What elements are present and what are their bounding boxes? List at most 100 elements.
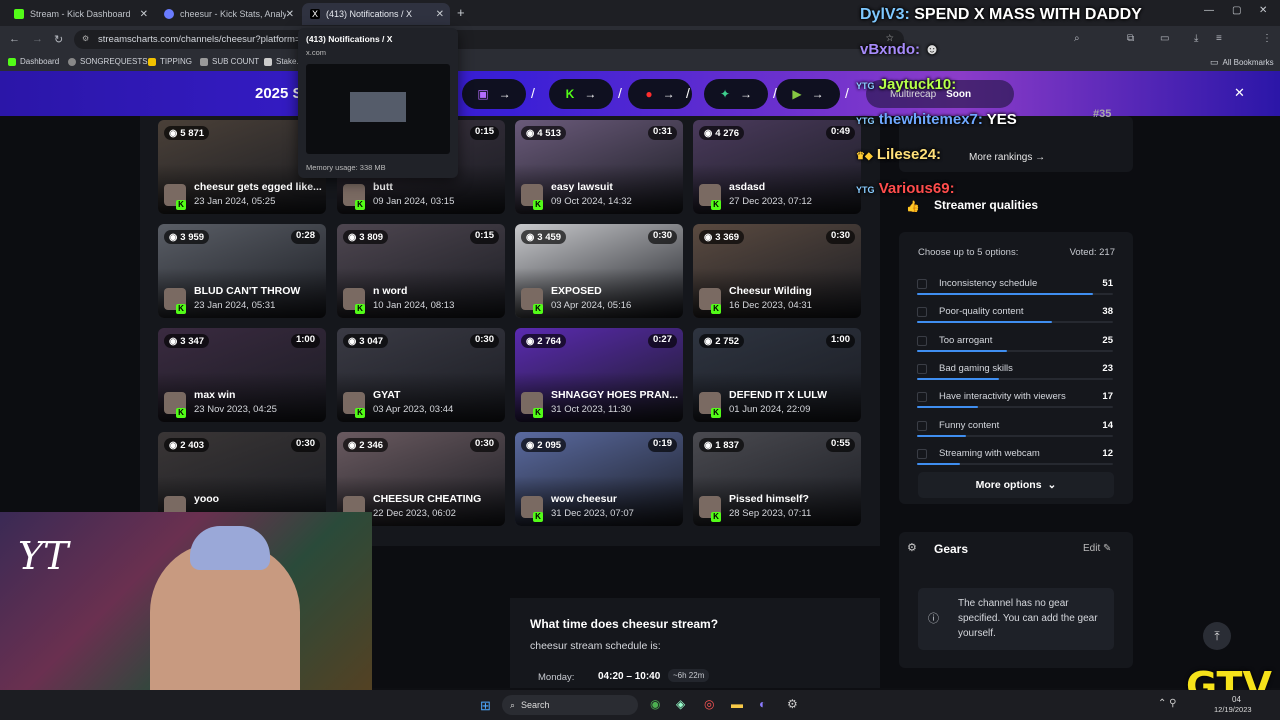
- checkbox[interactable]: [917, 279, 927, 289]
- scroll-to-top-button[interactable]: ⤒: [1203, 622, 1231, 650]
- site-info-icon[interactable]: ⚙: [82, 34, 89, 43]
- promo-banner: 2025 S ▣ → / K → / ● → / ✦ → / ▶ → / Multirec…: [0, 71, 1280, 116]
- badge-icon: YTG: [856, 116, 875, 126]
- tab-streamscharts[interactable]: cheesur - Kick Stats, Analytics a ✕: [156, 3, 300, 25]
- clip-card[interactable]: ◉ 3 809 0:15 Kn word 10 Jan 2024, 08:13: [337, 224, 505, 318]
- quality-option[interactable]: Poor-quality content 38: [917, 305, 1113, 329]
- chat-user: Lilese24:: [876, 146, 942, 163]
- close-window-button[interactable]: ✕: [1259, 5, 1267, 16]
- all-bookmarks[interactable]: ▭ All Bookmarks: [1210, 57, 1274, 68]
- checkbox[interactable]: [917, 363, 927, 374]
- clip-card[interactable]: ◉ 3 459 0:30 K EXPOSED 03 Apr 2024, 05:16: [515, 224, 683, 318]
- clip-title: n word: [373, 285, 408, 297]
- tab-x-notifications[interactable]: X (413) Notifications / X ✕: [302, 3, 450, 25]
- zoom-icon[interactable]: ⌕: [1074, 33, 1080, 44]
- crown-icon: ♛◆: [856, 151, 873, 162]
- quality-option[interactable]: Streaming with webcam 12: [917, 447, 1113, 471]
- rumble-recap-button[interactable]: ▶ →: [776, 79, 840, 109]
- views-count: 5 871: [180, 127, 205, 139]
- back-icon[interactable]: ←: [9, 33, 20, 45]
- clip-card[interactable]: ◉ 4 276 0:49 Kasdasd 27 Dec 2023, 07:12: [693, 120, 861, 214]
- separator: /: [531, 85, 535, 101]
- bookmark-tipping[interactable]: TIPPING: [148, 57, 192, 66]
- clip-card[interactable]: ◉ 3 047 0:30 K GYAT 03 Apr 2023, 03:44: [337, 328, 505, 422]
- kick-recap-button[interactable]: K →: [549, 79, 613, 109]
- clip-duration: 0:30: [647, 230, 677, 244]
- quality-label: Too arrogant: [939, 334, 993, 346]
- steam-icon[interactable]: ◈: [676, 697, 685, 711]
- reload-icon[interactable]: ↻: [54, 33, 63, 46]
- close-tab-icon[interactable]: ✕: [286, 9, 294, 20]
- edit-gears-button[interactable]: Edit ✎: [1083, 543, 1111, 554]
- close-tab-icon[interactable]: ✕: [436, 9, 444, 20]
- forward-icon[interactable]: →: [32, 33, 43, 45]
- bookmark-dashboard[interactable]: Dashboard: [8, 57, 59, 66]
- arrow-right-icon: →: [740, 87, 753, 101]
- youtube-recap-button[interactable]: ● →: [628, 79, 692, 109]
- download-icon[interactable]: ⤓: [1194, 33, 1198, 44]
- minimize-button[interactable]: —: [1204, 5, 1214, 16]
- streamscharts-icon: [164, 9, 174, 19]
- checkbox[interactable]: [917, 307, 927, 318]
- bookmark-icon: [264, 57, 272, 66]
- gear-icon: ⚙: [907, 542, 917, 554]
- clip-date: 27 Dec 2023, 07:12: [729, 196, 812, 207]
- bookmark-songrequests[interactable]: SONGREQUESTS: [68, 57, 148, 66]
- clip-card[interactable]: ◉ 1 837 0:55 K Pissed himself? 28 Sep 2023, 0…: [693, 432, 861, 526]
- checkbox[interactable]: [917, 392, 927, 403]
- taskbar-search[interactable]: ⌕ Search: [502, 695, 638, 715]
- sidepanel-icon[interactable]: ▭: [1160, 33, 1169, 44]
- discord-icon[interactable]: ◐: [759, 697, 766, 711]
- kick-icon: K: [176, 408, 186, 418]
- extensions-icon[interactable]: ⧉: [1127, 33, 1134, 44]
- quality-option[interactable]: Have interactivity with viewers 17: [917, 390, 1113, 414]
- webcam-scribble: YT: [18, 534, 69, 578]
- quality-option[interactable]: Inconsistency schedule 51: [917, 277, 1113, 301]
- clip-card[interactable]: ◉ 3 959 0:28 K BLUD CAN'T THROW 23 Jan 2024, …: [158, 224, 326, 318]
- twitch-recap-button[interactable]: ▣ →: [462, 79, 526, 109]
- bookmark-icon: [148, 57, 156, 66]
- checkbox[interactable]: [917, 448, 927, 459]
- close-tab-icon[interactable]: ✕: [140, 9, 148, 20]
- checkbox[interactable]: [917, 420, 927, 431]
- quality-option[interactable]: Too arrogant 25: [917, 334, 1113, 358]
- close-banner-icon[interactable]: ✕: [1234, 85, 1245, 101]
- app-icon[interactable]: ◎: [704, 697, 714, 711]
- gears-title: Gears: [934, 542, 969, 556]
- checkbox[interactable]: [917, 335, 927, 346]
- views-badge: ◉ 3 047: [343, 334, 389, 348]
- clip-card[interactable]: ◉ 2 095 0:19 Kwow cheesur 31 Dec 2023, 07:07: [515, 432, 683, 526]
- gears-header: ⚙ Gears Edit ✎: [899, 532, 1133, 568]
- more-options-button[interactable]: More options ⌄: [918, 472, 1114, 498]
- other-platform-recap-button[interactable]: ✦ →: [704, 79, 768, 109]
- more-rankings-link[interactable]: More rankings →: [969, 152, 1045, 163]
- views-badge: ◉ 2 095: [521, 438, 567, 452]
- maximize-button[interactable]: ▢: [1232, 5, 1241, 16]
- folder-icon[interactable]: ▬: [731, 697, 743, 711]
- url-input[interactable]: ⚙ streamscharts.com/channels/cheesur?pla…: [74, 30, 904, 49]
- bookmark-sub-count[interactable]: SUB COUNT: [200, 57, 259, 66]
- chrome-icon[interactable]: ◉: [650, 697, 660, 711]
- views-count: 3 369: [715, 231, 740, 243]
- twitch-icon: ▣: [477, 87, 489, 101]
- media-icon[interactable]: ≡: [1216, 33, 1222, 44]
- clip-card[interactable]: ◉ 2 752 1:00 K DEFEND IT X LULW 01 Jun 2024, …: [693, 328, 861, 422]
- clip-card[interactable]: ◉ 3 369 0:30 K Cheesur Wilding 16 Dec 2023, 0…: [693, 224, 861, 318]
- clip-card[interactable]: ◉ 2 764 0:27 K SHNAGGY HOES PRAN... 31 Oct 20…: [515, 328, 683, 422]
- new-tab-button[interactable]: +: [457, 5, 465, 20]
- settings-icon[interactable]: ⚙: [787, 697, 798, 711]
- tab-kick-dashboard[interactable]: Stream - Kick Dashboard ✕: [6, 3, 154, 25]
- tray-icons[interactable]: ⌃ ⚲: [1158, 698, 1176, 709]
- eye-icon: ◉: [169, 231, 178, 243]
- quality-option[interactable]: Funny content 14: [917, 419, 1113, 443]
- menu-icon[interactable]: ⋮: [1262, 33, 1272, 44]
- clip-card[interactable]: ◉ 4 513 0:31 Keasy lawsuit 09 Oct 2024, 14:3…: [515, 120, 683, 214]
- windows-start-icon[interactable]: ⊞: [480, 698, 491, 714]
- quality-option[interactable]: Bad gaming skills 23: [917, 362, 1113, 386]
- clip-duration: 1:00: [290, 334, 320, 348]
- clip-title: max win: [194, 389, 236, 401]
- quality-count: 23: [1102, 362, 1113, 374]
- clip-card[interactable]: ◉ 3 347 1:00 Kmax win 23 Nov 2023, 04:25: [158, 328, 326, 422]
- clip-duration: 0:27: [647, 334, 677, 348]
- tab-title: (413) Notifications / X: [326, 9, 413, 19]
